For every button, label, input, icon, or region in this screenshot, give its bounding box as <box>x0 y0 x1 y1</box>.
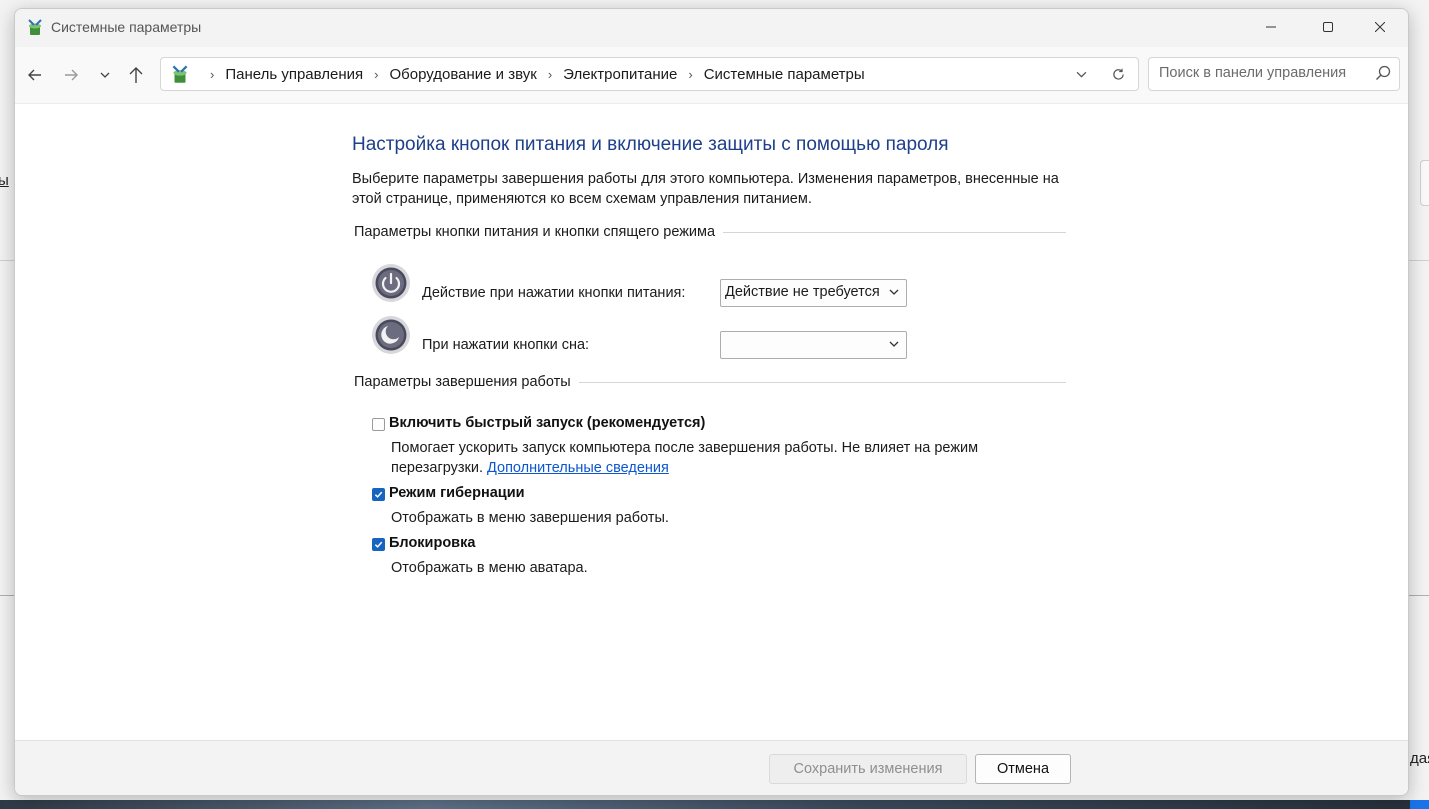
chevron-right-icon[interactable]: › <box>374 67 378 82</box>
power-button-action-select[interactable]: Действие не требуется <box>720 279 907 307</box>
sleep-button-label: При нажатии кнопки сна: <box>422 337 590 353</box>
page-description: Выберите параметры завершения работы для… <box>352 171 1059 207</box>
hibernate-checkbox[interactable] <box>372 488 385 501</box>
background-divider <box>0 595 14 596</box>
lock-title[interactable]: Блокировка <box>389 535 475 551</box>
fast-startup-title[interactable]: Включить быстрый запуск (рекомендуется) <box>389 415 705 431</box>
window-title: Системные параметры <box>51 19 202 35</box>
lock-checkbox[interactable] <box>372 538 385 551</box>
maximize-button[interactable] <box>1305 9 1351 45</box>
maximize-icon <box>1323 22 1333 32</box>
group-title-shutdown: Параметры завершения работы <box>354 374 579 390</box>
background-divider <box>1408 260 1429 261</box>
fast-startup-checkbox[interactable] <box>372 418 385 431</box>
breadcrumb-item-power-options[interactable]: Электропитание <box>563 66 677 83</box>
checkmark-icon <box>374 491 383 498</box>
refresh-icon <box>1112 68 1124 80</box>
address-bar[interactable]: › Панель управления › Оборудование и зву… <box>160 57 1139 91</box>
background-text-right: дая <box>1410 750 1429 767</box>
arrow-up-icon <box>129 67 143 83</box>
sleep-button-icon <box>371 315 411 355</box>
checkmark-icon <box>374 541 383 548</box>
arrow-left-icon <box>28 69 41 81</box>
back-button[interactable] <box>21 61 49 89</box>
minimize-button[interactable] <box>1248 9 1294 45</box>
fast-startup-description-text: Помогает ускорить запуск компьютера посл… <box>391 440 979 476</box>
footer-bar: Сохранить изменения Отмена <box>15 740 1408 795</box>
chevron-down-icon <box>889 289 899 295</box>
title-bar[interactable]: Системные параметры <box>15 9 1408 47</box>
power-button-icon <box>371 263 411 303</box>
address-history-button[interactable] <box>1071 64 1091 84</box>
lock-description: Отображать в меню аватара. <box>391 560 588 576</box>
search-icon[interactable] <box>1375 65 1393 83</box>
chevron-down-icon <box>100 72 110 78</box>
search-box[interactable] <box>1148 57 1400 91</box>
navigation-bar: › Панель управления › Оборудование и зву… <box>15 47 1408 104</box>
background-tab <box>1420 160 1429 206</box>
cancel-button[interactable]: Отмена <box>975 754 1071 784</box>
page-title: Настройка кнопок питания и включение защ… <box>352 134 949 155</box>
power-button-action-value: Действие не требуется <box>725 284 880 300</box>
background-divider <box>1408 595 1429 596</box>
sleep-button-action-select[interactable] <box>720 331 907 359</box>
recent-locations-button[interactable] <box>91 61 119 89</box>
breadcrumb-item-hardware-sound[interactable]: Оборудование и звук <box>390 66 537 83</box>
chevron-right-icon[interactable]: › <box>210 67 214 82</box>
hibernate-description: Отображать в меню завершения работы. <box>391 510 669 526</box>
chevron-right-icon[interactable]: › <box>688 67 692 82</box>
chevron-down-icon <box>889 341 899 347</box>
more-info-link[interactable]: Дополнительные сведения <box>487 460 669 476</box>
close-icon <box>1375 22 1385 32</box>
chevron-right-icon[interactable]: › <box>548 67 552 82</box>
refresh-button[interactable] <box>1108 64 1128 84</box>
search-input[interactable] <box>1149 58 1373 88</box>
control-panel-icon <box>169 63 191 85</box>
breadcrumb-item-control-panel[interactable]: Панель управления <box>225 66 363 83</box>
forward-button[interactable] <box>57 61 85 89</box>
control-panel-icon <box>25 17 45 37</box>
control-panel-window: Системные параметры › Панель управления … <box>14 8 1409 796</box>
power-button-label: Действие при нажатии кнопки питания: <box>422 285 686 301</box>
main-content: Настройка кнопок питания и включение защ… <box>15 104 1408 740</box>
hibernate-title[interactable]: Режим гибернации <box>389 485 525 501</box>
taskbar-accent <box>1410 800 1429 809</box>
save-changes-button[interactable]: Сохранить изменения <box>769 754 967 784</box>
breadcrumb: › Панель управления › Оборудование и зву… <box>199 58 865 90</box>
arrow-right-icon <box>65 69 78 81</box>
close-button[interactable] <box>1357 9 1403 45</box>
background-divider <box>0 260 14 261</box>
breadcrumb-item-system-settings[interactable]: Системные параметры <box>704 66 865 83</box>
fast-startup-description: Помогает ускорить запуск компьютера посл… <box>391 438 1071 478</box>
minimize-icon <box>1266 26 1276 28</box>
up-button[interactable] <box>122 61 150 89</box>
background-text: ы <box>0 172 9 189</box>
chevron-down-icon <box>1076 71 1086 78</box>
group-title-buttons: Параметры кнопки питания и кнопки спящег… <box>354 224 724 240</box>
taskbar-strip <box>0 800 1429 809</box>
